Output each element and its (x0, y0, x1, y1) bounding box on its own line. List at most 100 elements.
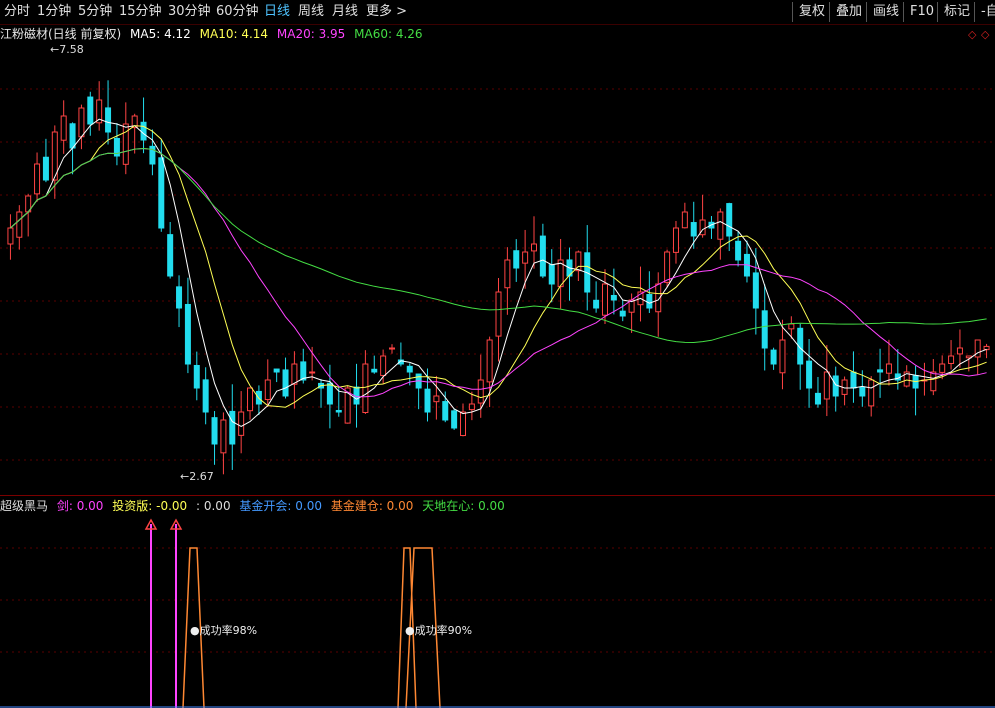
candle-body (42, 156, 49, 181)
candle-body (868, 379, 875, 407)
candle-body (806, 360, 813, 389)
indicator-panel[interactable]: 超级黑马 剑: 0.00 投资版: -0.00 : 0.00 基金开会: 0.0… (0, 496, 995, 708)
candle-body (814, 392, 821, 405)
tab-1min[interactable]: 1分钟 (37, 3, 71, 20)
fuquan-button[interactable]: 复权 (792, 2, 831, 22)
candle-body (717, 211, 724, 240)
candle-body (193, 364, 200, 389)
tiandi-value: 天地在心: 0.00 (422, 499, 505, 513)
candle-body (956, 347, 963, 355)
candle-body (752, 272, 759, 309)
candle-body (389, 347, 396, 350)
candle-body (78, 107, 85, 138)
candle-body (326, 382, 333, 405)
candle-body (593, 299, 600, 309)
candlestick-panel[interactable]: 江粉磁材(日线 前复权) MA5: 4.12 MA10: 4.14 MA20: … (0, 24, 995, 496)
tab-monthly[interactable]: 月线 (332, 3, 358, 20)
candle-body (770, 349, 777, 365)
fund-build-value: 基金建仓: 0.00 (330, 499, 414, 513)
candle-body (788, 323, 795, 330)
candle-body (7, 227, 14, 245)
fund-meeting-value: 基金开会: 0.00 (239, 499, 322, 513)
tab-fenshi[interactable]: 分时 (4, 3, 30, 20)
candle-body (850, 371, 857, 389)
ma20-label: MA20: 3.95 (276, 27, 346, 41)
tab-30min[interactable]: 30分钟 (168, 3, 211, 20)
indicator-name: 超级黑马 (0, 499, 49, 513)
candle-body (264, 379, 271, 401)
candle-body (983, 345, 990, 351)
success-rate-text: 成功率90% (414, 624, 473, 637)
tab-more[interactable]: 更多 > (366, 3, 407, 20)
candle-body (247, 387, 254, 412)
diamond-icon[interactable]: ◇ (981, 28, 989, 41)
candle-body (371, 368, 378, 373)
candle-body (672, 227, 679, 253)
candle-body (610, 294, 617, 301)
candle-body (646, 294, 653, 309)
candle-body (167, 234, 174, 277)
candle-body (362, 363, 369, 414)
candle-body (184, 303, 191, 365)
candle-body (451, 410, 458, 429)
candle-body (433, 395, 440, 403)
candle-body (380, 355, 387, 376)
candle-body (406, 365, 413, 373)
candle-body (34, 163, 41, 195)
candle-body (859, 386, 866, 397)
candle-body (202, 379, 209, 413)
tab-daily[interactable]: 日线 (264, 3, 290, 20)
tab-15min[interactable]: 15分钟 (119, 3, 162, 20)
candle-body (424, 388, 431, 413)
candle-body (522, 251, 529, 264)
ma-legend: 江粉磁材(日线 前复权) MA5: 4.12 MA10: 4.14 MA20: … (0, 27, 428, 42)
candle-body (823, 371, 830, 400)
low-price-label: ←2.67 (180, 470, 214, 483)
candle-body (87, 96, 94, 125)
tab-60min[interactable]: 60分钟 (216, 3, 259, 20)
ma5-line (10, 118, 987, 427)
overlay-button[interactable]: 叠加 (829, 2, 868, 22)
tab-5min[interactable]: 5分钟 (78, 3, 112, 20)
candle-body (930, 371, 937, 392)
candle-body (291, 363, 298, 385)
candle-body (220, 419, 227, 454)
tab-weekly[interactable]: 周线 (298, 3, 324, 20)
candle-body (442, 401, 449, 421)
candle-body (664, 251, 671, 283)
candle-body (309, 371, 316, 374)
candle-body (681, 211, 688, 229)
candle-body (726, 203, 733, 237)
candle-body (468, 403, 475, 411)
blank-value: : 0.00 (196, 499, 231, 513)
candle-body (539, 235, 546, 277)
candle-body (300, 361, 307, 381)
candle-body (761, 310, 768, 349)
mark-button[interactable]: 标记 (937, 2, 976, 22)
diamond-icon[interactable]: ◇ (968, 28, 976, 41)
candle-body (948, 355, 955, 364)
success-rate-annotation: ●成功率98% (190, 624, 258, 637)
candle-body (69, 123, 76, 149)
f10-button[interactable]: F10 (903, 2, 940, 22)
custom-button[interactable]: -自 (974, 2, 995, 22)
candle-body (504, 259, 511, 289)
candle-body (530, 243, 537, 252)
candle-body (832, 375, 839, 397)
candle-body (513, 250, 520, 269)
jian-value: 剑: 0.00 (56, 499, 104, 513)
candle-body (122, 123, 129, 165)
high-price-label: ←7.58 (50, 43, 84, 56)
ma5-label: MA5: 4.12 (130, 27, 191, 41)
success-rate-text: 成功率98% (199, 624, 258, 637)
candle-body (176, 286, 183, 309)
candle-body (548, 264, 555, 285)
candle-body (273, 368, 280, 373)
candle-body (238, 411, 245, 436)
candle-body (140, 121, 147, 141)
price-chart-svg (0, 80, 995, 475)
period-toolbar: 分时 1分钟 5分钟 15分钟 30分钟 60分钟 日线 周线 月线 更多 > … (0, 0, 995, 25)
ma10-label: MA10: 4.14 (199, 27, 269, 41)
candle-body (885, 363, 892, 374)
draw-line-button[interactable]: 画线 (866, 2, 905, 22)
